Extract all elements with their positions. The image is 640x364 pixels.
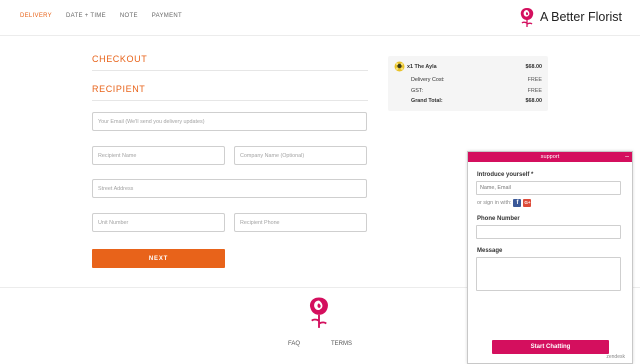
checkout-title: CHECKOUT	[92, 54, 148, 64]
unit-number-field[interactable]	[92, 213, 225, 232]
flower-bouquet-icon	[394, 61, 405, 72]
footer-link-faq[interactable]: FAQ	[288, 341, 300, 347]
item-price: $68.00	[525, 64, 543, 70]
top-navigation: DELIVERY DATE + TIME NOTE PAYMENT A Bett…	[0, 0, 640, 36]
order-summary: x1 The Ayla $68.00 Delivery Cost: FREE G…	[388, 56, 548, 111]
recipient-phone-field[interactable]	[234, 213, 367, 232]
rose-logo-icon	[520, 8, 534, 27]
rose-logo-icon	[309, 297, 329, 328]
email-field[interactable]	[92, 112, 367, 131]
recipient-name-field[interactable]	[92, 146, 225, 165]
footer-link-terms[interactable]: TERMS	[331, 341, 352, 347]
facebook-icon[interactable]: f	[513, 199, 522, 207]
step-note[interactable]: NOTE	[120, 13, 138, 19]
start-chatting-button[interactable]: Start Chatting	[492, 340, 609, 354]
summary-label: GST:	[411, 88, 423, 94]
summary-label: Grand Total:	[411, 98, 443, 104]
phone-label: Phone Number	[477, 216, 520, 222]
summary-row-grand-total: Grand Total: $68.00	[411, 98, 542, 104]
chat-title: support	[540, 154, 560, 160]
step-delivery[interactable]: DELIVERY	[20, 13, 52, 19]
step-payment[interactable]: PAYMENT	[152, 13, 182, 19]
summary-value: $68.00	[525, 98, 543, 104]
summary-value: FREE	[527, 77, 542, 83]
name-email-field[interactable]	[476, 181, 621, 195]
zendesk-credit: zendesk	[606, 354, 625, 360]
message-label: Message	[477, 248, 503, 254]
chat-header[interactable]: support –	[468, 152, 632, 162]
order-item: x1 The Ayla $68.00	[394, 61, 542, 73]
checkout-steps: DELIVERY DATE + TIME NOTE PAYMENT	[20, 13, 182, 19]
street-address-field[interactable]	[92, 179, 367, 198]
summary-row-gst: GST: FREE	[411, 88, 542, 94]
summary-row-delivery: Delivery Cost: FREE	[411, 77, 542, 83]
phone-number-field[interactable]	[476, 225, 621, 239]
minimize-icon[interactable]: –	[625, 152, 629, 161]
intro-label: Introduce yourself *	[477, 172, 534, 178]
divider	[92, 100, 368, 101]
summary-label: Delivery Cost:	[411, 77, 445, 83]
brand-name: A Better Florist	[540, 10, 622, 24]
summary-value: FREE	[527, 88, 542, 94]
item-name: x1 The Ayla	[407, 64, 437, 70]
next-button[interactable]: NEXT	[92, 249, 225, 268]
social-signin: or sign in with: f G+	[477, 199, 532, 207]
step-date-time[interactable]: DATE + TIME	[66, 13, 106, 19]
message-field[interactable]	[476, 257, 621, 291]
google-plus-icon[interactable]: G+	[523, 199, 532, 207]
divider	[92, 70, 368, 71]
signin-text: or sign in with:	[477, 200, 512, 206]
company-name-field[interactable]	[234, 146, 367, 165]
brand-logo[interactable]: A Better Florist	[518, 6, 622, 28]
recipient-heading: RECIPIENT	[92, 84, 146, 94]
